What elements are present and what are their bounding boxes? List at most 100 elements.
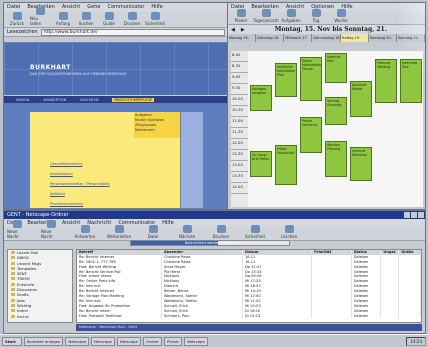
message-list: Betreff Absender Datum Priorität Status …	[76, 249, 422, 323]
reload-button[interactable]: Neu laden	[30, 7, 50, 26]
content-link[interactable]: Investitionen	[50, 172, 110, 176]
print-button[interactable]: Drucken	[211, 225, 231, 239]
day-tabs: Montag 15. Dienstag 16. Mittwoch 17. Don…	[228, 34, 425, 42]
taskbar-item[interactable]: Kontakte anlegen	[24, 336, 64, 346]
appointment[interactable]: Zu Gesp. Arzt Heinz	[250, 151, 272, 177]
nav-link-active[interactable]: BRAUCHTUMSPFLEGE	[112, 97, 155, 102]
taskbar-item[interactable]: Netscape	[91, 336, 115, 346]
tab-day[interactable]: Sonntag 21.	[397, 34, 425, 42]
day-button[interactable]: Tag	[306, 9, 326, 23]
new-message-button[interactable]: Neue Nachr.	[7, 220, 27, 239]
time-slot: 13.00	[231, 161, 248, 172]
next-week-button[interactable]: ▶	[241, 27, 245, 33]
time-slot: 8.00	[231, 51, 248, 62]
tab-day[interactable]: Montag 15.	[228, 34, 257, 42]
appointment[interactable]: Wochen Planung	[325, 141, 347, 177]
menu-hilfe[interactable]: Hilfe	[162, 220, 173, 226]
tab-day[interactable]: Mittwoch 17.	[284, 34, 313, 42]
appointment[interactable]: Vertrag Sinnergy	[325, 97, 347, 125]
security-button[interactable]: Sicherheit	[145, 12, 165, 26]
taskbar-item[interactable]: Ordner	[142, 336, 162, 346]
delete-button[interactable]: Löschen	[279, 225, 299, 239]
new-message-button[interactable]: Neue Nachr.	[41, 220, 61, 239]
appointment[interactable]: Kollegen-ausgabe	[250, 85, 272, 111]
address-bar: Lesezeichen http://www.burkhart.de/	[4, 28, 228, 37]
message-row[interactable]: Fwd: Protokoll Telefonat Schroers, Paul Di…	[77, 313, 421, 319]
security-button[interactable]: Sicherheit	[245, 225, 265, 239]
folder-icon	[11, 303, 15, 307]
taskbar-clock: 14:24	[406, 336, 426, 346]
back-button[interactable]: Zurück	[7, 12, 27, 26]
menu-hilfe[interactable]: Hilfe	[151, 4, 162, 10]
appointment[interactable]: Verkäufer Kalkulation Plan	[275, 63, 297, 97]
taskbar-item[interactable]: Planer	[164, 336, 182, 346]
taskbar-item[interactable]: Netscape	[65, 336, 90, 346]
reply-button[interactable]: Antworten	[75, 225, 95, 239]
start-button[interactable]: Start	[2, 336, 22, 346]
week-grid[interactable]: Kollegen-ausgabe Zu Gesp. Arzt Heinz Ver…	[248, 51, 423, 207]
message-rows: Re: Bericht Internet Christine Reiss 16.11…	[77, 254, 421, 319]
tab-day[interactable]: Dienstag 16.	[256, 34, 285, 42]
url-input[interactable]: http://www.burkhart.de/	[40, 28, 225, 36]
nav-link[interactable]: DESIGN	[16, 98, 30, 102]
tasks-button[interactable]: Aufgaben	[281, 9, 301, 23]
bookmarks-button[interactable]: Lesezeichen	[7, 29, 38, 35]
folder-item[interactable]: Archiv	[8, 314, 72, 319]
submenu-item[interactable]: Zielgruppen	[135, 123, 164, 127]
planner-button[interactable]: Planer	[231, 9, 251, 23]
nav-link[interactable]: KULTUREN	[80, 98, 98, 102]
submenu-item[interactable]: Referenzen	[135, 128, 164, 132]
menu-ansicht[interactable]: Ansicht	[62, 4, 80, 10]
appointment[interactable]: Hebel Produktion	[275, 145, 297, 185]
prev-week-button[interactable]: ◀	[231, 27, 235, 33]
close-icon[interactable]	[418, 212, 424, 218]
site-logo[interactable]: BURKHART	[30, 64, 71, 71]
home-button[interactable]: Anfang	[53, 12, 73, 26]
print-button[interactable]: Drucken	[122, 12, 142, 26]
appointment[interactable]: Interview Tour	[400, 59, 422, 103]
appointment[interactable]: Seminar Herr	[325, 53, 347, 83]
submenu-item[interactable]: Muster Spielplan	[135, 118, 164, 122]
submenu-item[interactable]: Aufgaben	[135, 113, 164, 117]
maximize-icon[interactable]	[411, 212, 417, 218]
day-view-button[interactable]: Tagesansicht	[253, 9, 279, 23]
appointment[interactable]: Daten Marktdaten Tempo	[300, 57, 322, 101]
tab-day-active[interactable]: Freitag 19.	[340, 34, 369, 42]
nav-link[interactable]: KONZEPTION	[44, 98, 67, 102]
content-link[interactable]: Zeittafel	[50, 192, 110, 196]
appointment[interactable]: Seminar Nachlese	[350, 147, 372, 181]
taskbar-item[interactable]: Netscape	[183, 336, 208, 346]
content-link[interactable]: Produktverzeichnis	[50, 202, 110, 206]
content-link[interactable]: Personalnewsletter / Personalbüro	[50, 182, 110, 186]
print-icon	[216, 225, 226, 233]
taskbar-item[interactable]: Netscape	[116, 336, 141, 346]
appointment[interactable]: Planung Meeting	[375, 59, 397, 103]
week-button[interactable]: Woche	[331, 9, 351, 23]
menu-gehe[interactable]: Gehe	[87, 4, 100, 10]
search-button[interactable]: Suchen	[76, 12, 96, 26]
content-link[interactable]: Geschäftsbereiche	[50, 162, 110, 166]
guide-icon	[104, 12, 114, 20]
message-sender: Schroers, Paul	[162, 313, 244, 319]
calendar-icon	[236, 9, 246, 17]
file-button[interactable]: Datei	[143, 225, 163, 239]
day-view-icon	[261, 9, 271, 17]
next-button[interactable]: Nächste	[177, 225, 197, 239]
folder-icon	[11, 282, 15, 286]
window-controls	[404, 211, 425, 219]
appointment[interactable]: Auskunft Weiter	[350, 81, 372, 117]
minimize-icon[interactable]	[404, 212, 410, 218]
folder-icon	[11, 251, 15, 254]
mail-toolbar: Neue Nachr. Neue Nachr. Antworten Weiter…	[4, 220, 425, 241]
menu-datei[interactable]: Datei	[7, 4, 20, 10]
tab-day[interactable]: Donnerstag 18.	[312, 34, 341, 42]
time-slot: 14.00	[231, 183, 248, 194]
guide-button[interactable]: Guide	[99, 12, 119, 26]
appointment[interactable]: Preise Verhandl.	[300, 117, 322, 153]
time-slot: 12.30	[231, 150, 248, 161]
tab-day[interactable]: Samstag 20.	[369, 34, 397, 42]
site-header: BURKHART DAS ERFOLGSUNTERNEHMEN AUF HERE…	[4, 42, 228, 96]
menu-communicator[interactable]: Communicator	[108, 4, 145, 10]
time-slot: 9.30	[231, 84, 248, 95]
forward-button[interactable]: Weiterleiten	[107, 225, 131, 239]
